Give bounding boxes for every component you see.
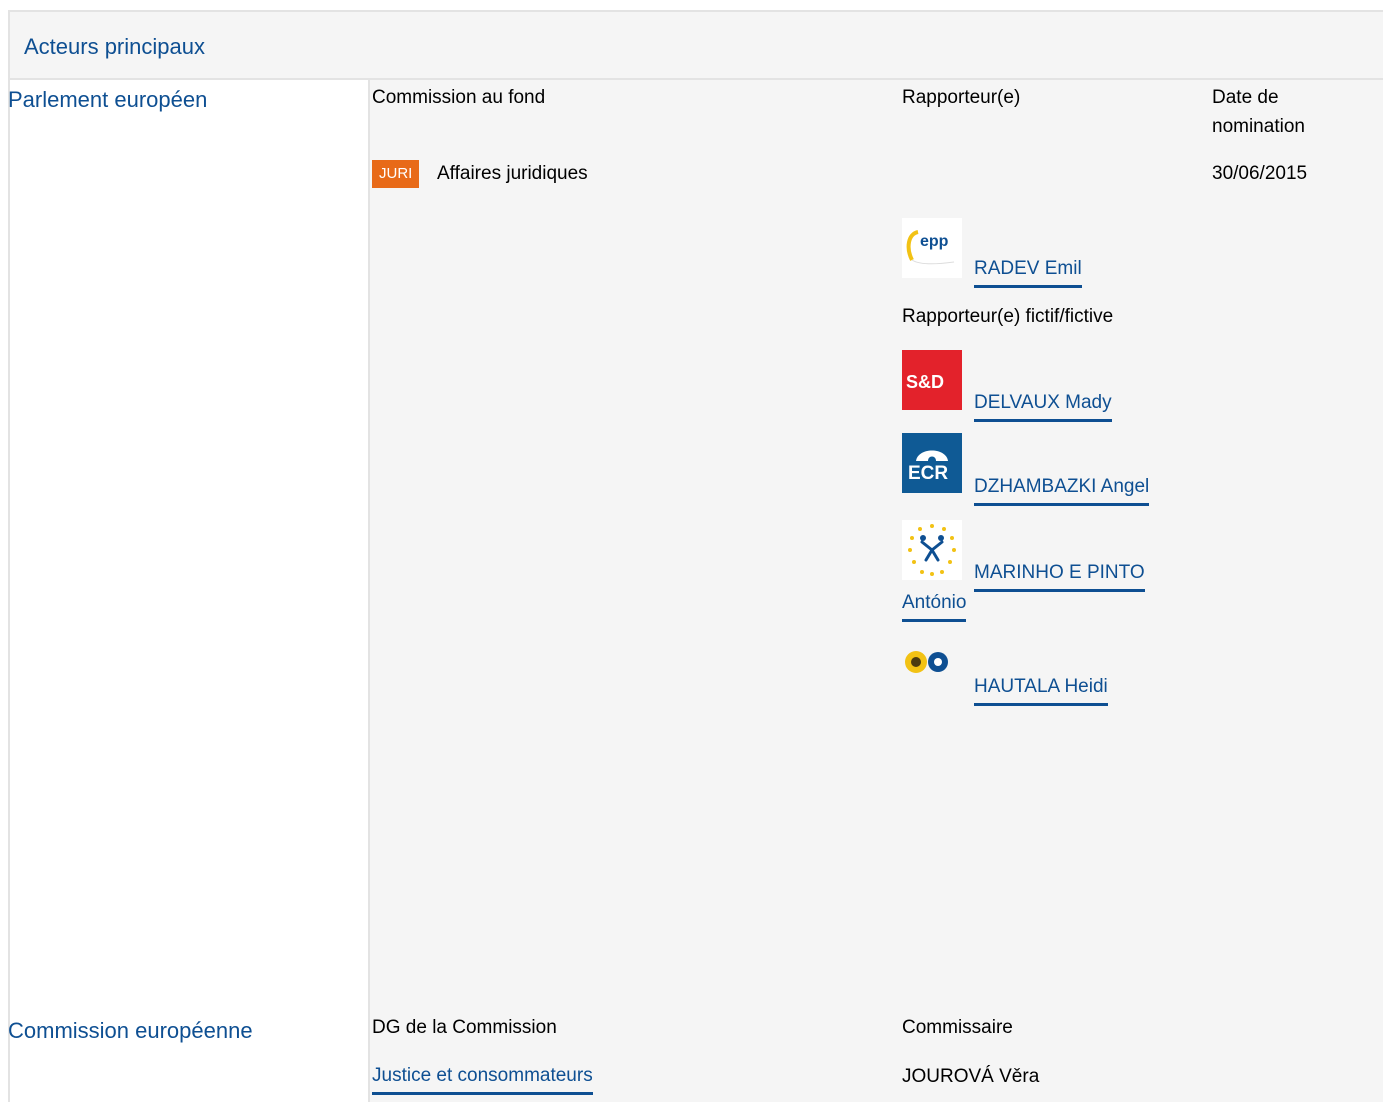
dg-header: DG de la Commission <box>372 1017 557 1038</box>
left-border <box>8 80 10 1102</box>
epp-logo-text: epp <box>920 233 949 250</box>
shadow-rapporteur-label: Rapporteur(e) fictif/fictive <box>902 306 1114 327</box>
nomination-date: 30/06/2015 <box>1212 163 1308 184</box>
committee-name: Affaires juridiques <box>437 163 588 184</box>
date-header-line1: Date de <box>1212 87 1279 108</box>
committee-header: Commission au fond <box>372 87 546 108</box>
shadow-rapporteur-link-3-line1[interactable]: MARINHO E PINTO <box>974 558 1145 592</box>
dg-link[interactable]: Justice et consommateurs <box>372 1061 593 1095</box>
parliament-label: Parlement européen <box>8 87 208 112</box>
commissioner-header: Commissaire <box>902 1017 1013 1038</box>
shadow-rapporteur-link-3-line2[interactable]: António <box>902 588 967 622</box>
shadow-rapporteur-link-4[interactable]: HAUTALA Heidi <box>974 672 1108 706</box>
shadow-rapporteur-link-1[interactable]: DELVAUX Mady <box>974 388 1112 422</box>
committee-badge: JURI <box>372 160 420 188</box>
shadow-rapporteur-link-2[interactable]: DZHAMBAZKI Angel <box>974 472 1150 506</box>
commissioner-name: JOUROVÁ Věra <box>902 1066 1040 1087</box>
epp-logo-icon: epp <box>902 218 962 278</box>
greens-logo-icon <box>902 644 962 704</box>
commission-label: Commission européenne <box>8 1018 253 1043</box>
section-header: Acteurs principaux <box>8 10 1383 80</box>
section-title: Acteurs principaux <box>24 34 205 59</box>
rapporteur-header: Rapporteur(e) <box>902 87 1021 108</box>
rapporteur-link[interactable]: RADEV Emil <box>974 254 1082 288</box>
details-panel <box>368 80 1383 1102</box>
ecr-logo-icon: ECR <box>902 433 962 493</box>
date-header-line2: nomination <box>1212 116 1305 137</box>
alde-logo-icon <box>902 520 962 580</box>
sd-logo-icon: S&D <box>902 350 962 410</box>
